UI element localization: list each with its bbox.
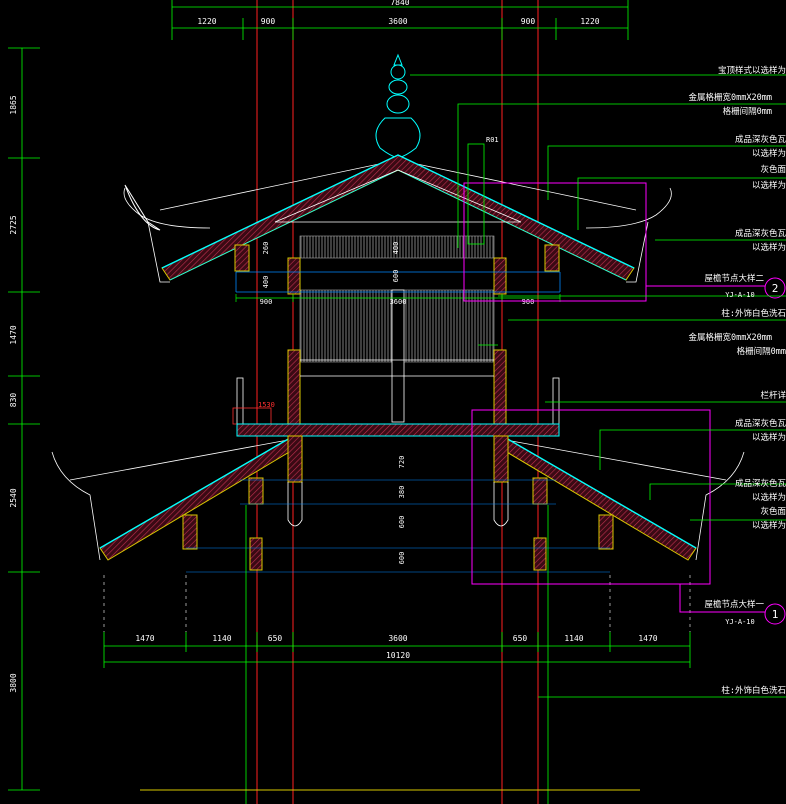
top-total-dim: 7840 [390,0,409,7]
annotation-tile-upper-1: 成品深灰色瓦 [735,134,786,145]
annotation-tile-lower-2b: 以选样为 [752,492,786,503]
upper-roof [123,154,672,283]
upper-dim-h3: 900 [522,298,535,306]
bottom-dim-1: 1470 [135,634,154,643]
annotation-grey-lower-b: 以选样为 [752,520,786,531]
upper-structure [232,235,561,437]
annotation-grey-lower: 灰色面 [760,506,786,517]
ridge-tag: R01 [486,136,499,144]
lower-dim-v1: 720 [398,456,406,469]
annotation-eave-detail-2-ref: YJ-A-10 [725,291,755,299]
upper-dim-v2: 400 [262,276,270,289]
annotation-tile-lower-2: 成品深灰色瓦 [735,478,786,489]
annotation-column-upper: 柱:外饰白色洗石 [721,308,786,319]
roof-finial [375,53,421,159]
left-dim-1: 1865 [9,95,18,114]
annotation-eave-detail-1-ref: YJ-A-10 [725,618,755,626]
annotation-column-lower: 柱:外饰白色洗石 [721,685,786,696]
annotation-finial: 宝顶样式以选样为 [718,65,786,76]
annotation-railing: 栏杆详 [760,390,786,401]
annotation-grill-upper-1: 金属格栅宽0mmX20mm [689,92,772,103]
top-dim-5: 1220 [580,17,599,26]
annotation-eave-detail-1: 屋檐节点大样一 [704,599,764,610]
bottom-dim-4: 3600 [388,634,407,643]
left-dim-4: 830 [9,393,18,408]
left-dim-2: 2725 [9,215,18,234]
annotation-tile-upper-1b: 以选样为 [752,148,786,159]
top-dim-4: 900 [521,17,536,26]
lower-dim-v2: 380 [398,486,406,499]
bottom-dim-6: 1140 [564,634,583,643]
callout-number-2: 2 [772,282,779,295]
bottom-dim-7: 1470 [638,634,657,643]
annotation-tile-lower-1: 成品深灰色瓦 [735,418,786,429]
bottom-total-dim: 10120 [386,651,410,660]
annotation-grill-upper-2: 格栅间隔0mm [723,106,772,117]
top-dim-1: 1220 [197,17,216,26]
bottom-dim-5: 650 [513,634,528,643]
upper-dim-v1: 260 [262,242,270,255]
annotation-tile-upper-2b: 以选样为 [752,242,786,253]
bottom-dim-2: 1140 [212,634,231,643]
left-dim-6: 3800 [9,673,18,692]
upper-dim-v4: 600 [392,270,400,283]
bottom-dim-3: 650 [268,634,283,643]
upper-dim-v3: 400 [392,242,400,255]
annotation-tile-upper-2: 成品深灰色瓦 [735,228,786,239]
top-dim-3: 3600 [388,17,407,26]
upper-dim-h1: 900 [260,298,273,306]
elevation-drawing: 7840 1220 900 3600 900 1220 1865 2725 14… [8,0,786,804]
lower-dim-v3: 600 [398,516,406,529]
left-dim-5: 2540 [9,488,18,507]
top-dim-2: 900 [261,17,276,26]
left-dim-3: 1470 [9,325,18,344]
annotation-grey-upper-b: 以选样为 [752,180,786,191]
lower-dim-v4: 600 [398,552,406,565]
annotation-grey-upper: 灰色面 [760,164,786,175]
annotation-grill-lower-1: 金属格栅宽0mmX20mm [689,332,772,343]
annotation-tile-lower-1b: 以选样为 [752,432,786,443]
railing-dim: 1530 [258,401,275,409]
callout-number-1: 1 [772,608,779,621]
annotation-eave-detail-2: 屋檐节点大样二 [704,273,764,284]
upper-dim-h2: 3600 [390,298,407,306]
annotation-grill-lower-2: 格栅间隔0mm [737,346,786,357]
